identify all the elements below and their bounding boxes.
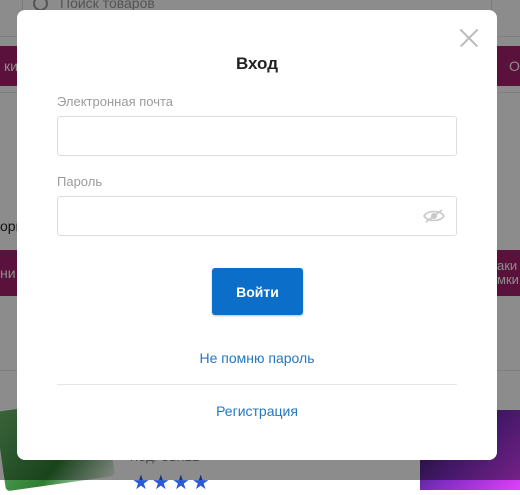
eye-hidden-icon[interactable]	[423, 209, 445, 223]
close-icon[interactable]	[459, 28, 479, 48]
modal-divider	[57, 384, 457, 385]
modal-title: Вход	[235, 54, 279, 73]
forgot-password-link[interactable]: Не помню пароль	[17, 350, 497, 366]
password-field[interactable]	[57, 196, 457, 236]
login-modal: Вход Электронная почта Пароль Войти Не п…	[17, 10, 497, 460]
register-link[interactable]: Регистрация	[17, 403, 497, 419]
login-button[interactable]: Войти	[212, 268, 303, 315]
email-field[interactable]	[57, 116, 457, 156]
email-label: Электронная почта	[57, 94, 174, 109]
password-label: Пароль	[57, 174, 103, 189]
